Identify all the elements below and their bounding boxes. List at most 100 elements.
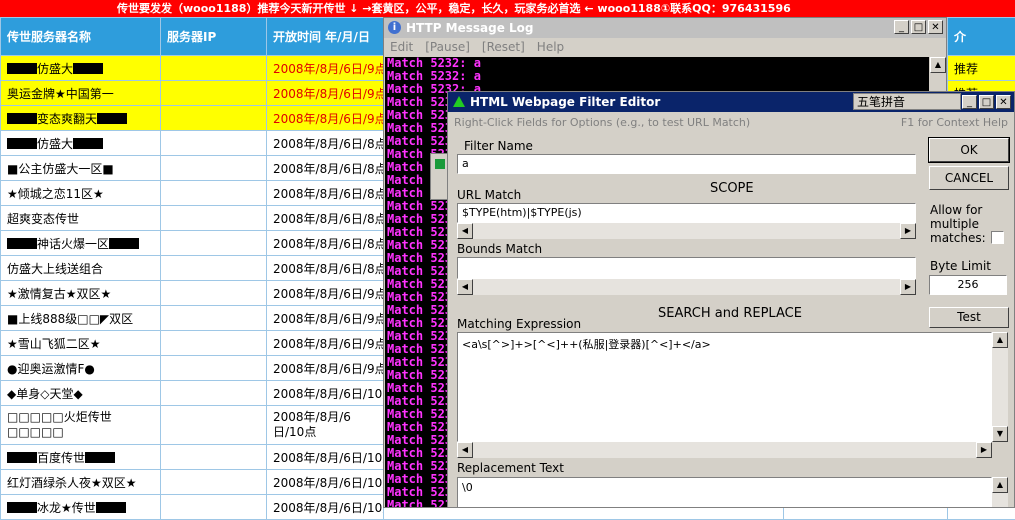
scroll-up-icon[interactable]: ▲ [992,332,1008,348]
intro-cell: 推荐 [948,56,1015,81]
log-minimize-button[interactable]: _ [894,20,909,34]
scroll-up-icon[interactable]: ▲ [992,477,1008,493]
server-name-cell[interactable]: 超爽变态传世 [1,206,161,231]
menu-pause[interactable]: [Pause] [425,38,470,56]
server-name-cell[interactable]: 仿盛大 [1,131,161,156]
byte-limit-input[interactable]: 256 [929,275,1007,295]
server-ip-cell [161,281,267,306]
open-time-cell: 2008年/8月/6日/10点 [267,470,384,495]
server-name-cell[interactable]: 变态爽翻天 [1,106,161,131]
cancel-button[interactable]: CANCEL [929,166,1009,190]
server-name-text: 百度传世 [37,451,85,465]
matching-expression-vscrollbar[interactable]: ▲ ▼ [992,332,1008,442]
redaction-block [7,238,37,249]
hint-left: Right-Click Fields for Options (e.g., to… [454,114,750,132]
test-button[interactable]: Test [929,307,1009,328]
redaction-block [109,238,139,249]
banner-text: 传世要发发（wooo1188）推荐今天新开传世 ↓ →套黄区，公平，稳定，长久，… [0,2,791,15]
redaction-block [7,138,37,149]
server-name-cell[interactable]: ★激情复古★双区★ [1,281,161,306]
open-time-cell: 2008年/8月/6日/10点 [267,406,384,445]
open-time-cell: 2008年/8月/6日/8点 [267,231,384,256]
ime-indicator[interactable]: 五笔拼音 [853,93,961,110]
editor-close-button[interactable]: ✕ [996,95,1011,109]
server-name-cell[interactable]: ●迎奥运激情F● [1,356,161,381]
filter-editor-dialog[interactable]: HTML Webpage Filter Editor 五笔拼音 _ □ ✕ Ri… [447,91,1015,508]
info-icon: i [388,21,401,34]
replacement-text-input[interactable]: \0 [457,477,992,508]
open-time-cell: 2008年/8月/6日/9点 [267,356,384,381]
server-name-cell[interactable]: 仿盛大 [1,56,161,81]
url-match-input[interactable]: $TYPE(htm)|$TYPE(js) [457,203,916,223]
server-ip-cell [161,106,267,131]
open-time-cell: 2008年/8月/6日/9点 [267,306,384,331]
server-name-cell[interactable]: ■公主仿盛大一区■ [1,156,161,181]
open-time-cell: 2008年/8月/6日/8点 [267,256,384,281]
header-open-time: 开放时间 年/月/日 [267,18,384,56]
editor-title: HTML Webpage Filter Editor [470,95,660,109]
editor-maximize-button[interactable]: □ [979,95,994,109]
server-ip-cell [161,445,267,470]
server-name-cell[interactable]: ■上线888级□□◤双区 [1,306,161,331]
triangle-icon [453,96,465,107]
server-ip-cell [161,56,267,81]
log-title-bar[interactable]: i HTTP Message Log _ □ ✕ [384,18,946,38]
scroll-down-icon[interactable]: ▼ [992,426,1008,442]
server-name-cell[interactable]: 奥运金牌★中国第一 [1,81,161,106]
open-time-cell: 2008年/8月/6日/10点 [267,495,384,520]
server-name-cell[interactable]: □□□□□火炬传世□□□□□ [1,406,161,445]
open-time-cell: 2008年/8月/6日/10点 [267,381,384,406]
replacement-text-vscrollbar[interactable]: ▲ [992,477,1008,508]
scroll-right-icon[interactable]: ▶ [900,223,916,239]
matching-expression-input[interactable]: <a\s[^>]+>[^<]++(私服|登录器)[^<]+</a> [457,332,992,442]
matching-expression-hscrollbar[interactable]: ◀ ▶ [457,442,992,458]
server-name-cell[interactable]: 仿盛大上线送组合 [1,256,161,281]
allow-multiple-checkbox[interactable] [991,231,1004,244]
open-time-cell: 2008年/8月/6日/8点 [267,181,384,206]
ok-button[interactable]: OK [929,138,1009,162]
scroll-left-icon[interactable]: ◀ [457,223,473,239]
server-name-text: 变态爽翻天 [37,112,97,126]
header-server-name: 传世服务器名称 [1,18,161,56]
editor-title-bar[interactable]: HTML Webpage Filter Editor 五笔拼音 _ □ ✕ [448,92,1014,112]
menu-help[interactable]: Help [537,38,564,56]
ime-label: 五笔拼音 [857,95,905,109]
menu-reset[interactable]: [Reset] [482,38,525,56]
scroll-left-icon[interactable]: ◀ [457,279,473,295]
url-match-hscrollbar[interactable]: ◀ ▶ [457,223,916,239]
redaction-block [73,63,103,74]
server-name-text: 神话火爆一区 [37,237,109,251]
scroll-right-icon[interactable]: ▶ [900,279,916,295]
server-ip-cell [161,181,267,206]
server-name-cell[interactable]: 冰龙★传世 [1,495,161,520]
filter-name-input[interactable]: a [457,154,916,174]
server-name-cell[interactable]: ★雪山飞狐二区★ [1,331,161,356]
bounds-match-hscrollbar[interactable]: ◀ ▶ [457,279,916,295]
hint-right: F1 for Context Help [901,114,1008,132]
editor-minimize-button[interactable]: _ [962,95,977,109]
server-name-cell[interactable]: 神话火爆一区 [1,231,161,256]
server-name-cell[interactable]: 红灯酒绿杀人夜★双区★ [1,470,161,495]
bounds-match-input[interactable] [457,257,916,279]
scroll-up-icon[interactable]: ▲ [930,57,946,73]
server-ip-cell [161,470,267,495]
server-ip-cell [161,495,267,520]
search-replace-heading: SEARCH and REPLACE [658,306,802,321]
server-name-cell[interactable]: ◆单身◇天堂◆ [1,381,161,406]
redaction-block [7,502,37,513]
open-time-cell: 2008年/8月/6日/8点 [267,156,384,181]
server-ip-cell [161,256,267,281]
menu-edit[interactable]: Edit [390,38,413,56]
open-time-cell: 2008年/8月/6日/9点 [267,331,384,356]
server-name-cell[interactable]: ★倾城之恋11区★ [1,181,161,206]
open-time-cell: 2008年/8月/6日/10点 [267,445,384,470]
server-name-cell[interactable]: 百度传世 [1,445,161,470]
scroll-right-icon[interactable]: ▶ [976,442,992,458]
redaction-block [96,502,126,513]
scroll-left-icon[interactable]: ◀ [457,442,473,458]
server-ip-cell [161,206,267,231]
allow-multiple-label-1: Allow for [930,203,982,217]
log-close-button[interactable]: ✕ [928,20,943,34]
log-maximize-button[interactable]: □ [911,20,926,34]
bounds-match-label: Bounds Match [457,242,542,256]
